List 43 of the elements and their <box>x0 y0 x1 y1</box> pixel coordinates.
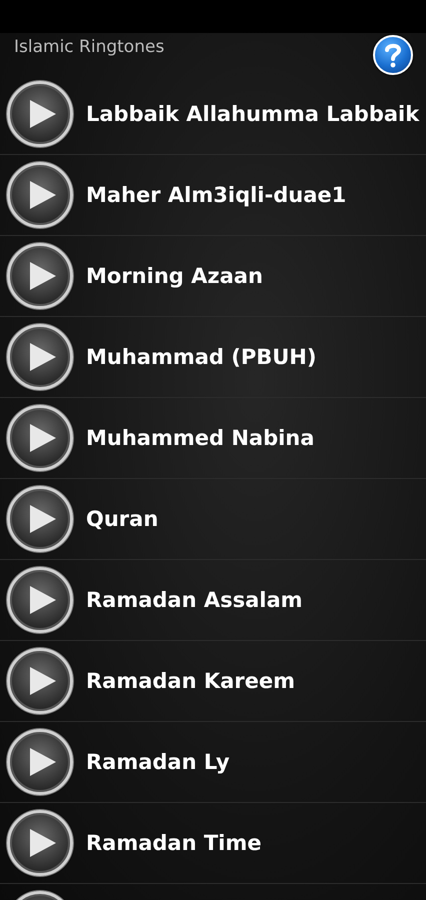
play-button[interactable] <box>7 648 73 714</box>
play-icon <box>30 505 56 533</box>
play-icon <box>30 748 56 776</box>
ringtone-row[interactable]: Ramadan Kareem <box>0 641 426 722</box>
play-button[interactable] <box>7 810 73 876</box>
ringtone-row[interactable]: Morning Azaan <box>0 236 426 317</box>
play-button[interactable] <box>7 486 73 552</box>
play-button[interactable] <box>7 81 73 147</box>
ringtone-title: Ramadan Kareem <box>86 669 296 693</box>
ringtone-title: Quran <box>86 507 158 531</box>
play-icon <box>30 829 56 857</box>
ringtone-row[interactable]: Quran <box>0 479 426 560</box>
play-icon <box>30 181 56 209</box>
play-icon <box>30 667 56 695</box>
ringtone-row[interactable]: Maher Alm3iqli-duae1 <box>0 155 426 236</box>
app-title: Islamic Ringtones <box>14 37 164 57</box>
ringtone-row[interactable]: Muhammed Nabina <box>0 398 426 479</box>
play-button[interactable] <box>7 729 73 795</box>
ringtone-title: Morning Azaan <box>86 264 263 288</box>
play-button[interactable] <box>7 324 73 390</box>
play-button[interactable] <box>7 162 73 228</box>
play-button[interactable] <box>7 405 73 471</box>
ringtone-title: Ramadan Assalam <box>86 588 303 612</box>
ringtone-row[interactable]: Ramadan Time <box>0 803 426 884</box>
play-button[interactable] <box>7 567 73 633</box>
question-mark-icon <box>384 42 402 68</box>
help-button[interactable] <box>373 35 413 75</box>
ringtone-row[interactable]: Ramadan Ly <box>0 722 426 803</box>
ringtone-row[interactable]: Labbaik Allahumma Labbaik <box>0 74 426 155</box>
ringtone-row[interactable]: Ramadan Assalam <box>0 560 426 641</box>
ringtone-title: Ramadan Time <box>86 831 262 855</box>
play-icon <box>30 424 56 452</box>
play-icon <box>30 586 56 614</box>
ringtone-title: Muhammed Nabina <box>86 426 314 450</box>
ringtone-title: Labbaik Allahumma Labbaik <box>86 102 420 126</box>
play-button[interactable] <box>7 243 73 309</box>
ringtone-title: Ramadan Ly <box>86 750 230 774</box>
ringtone-title: Maher Alm3iqli-duae1 <box>86 183 346 207</box>
play-icon <box>30 262 56 290</box>
ringtone-row[interactable]: Muhammad (PBUH) <box>0 317 426 398</box>
ringtone-title: Muhammad (PBUH) <box>86 345 316 369</box>
play-icon <box>30 100 56 128</box>
play-icon <box>30 343 56 371</box>
